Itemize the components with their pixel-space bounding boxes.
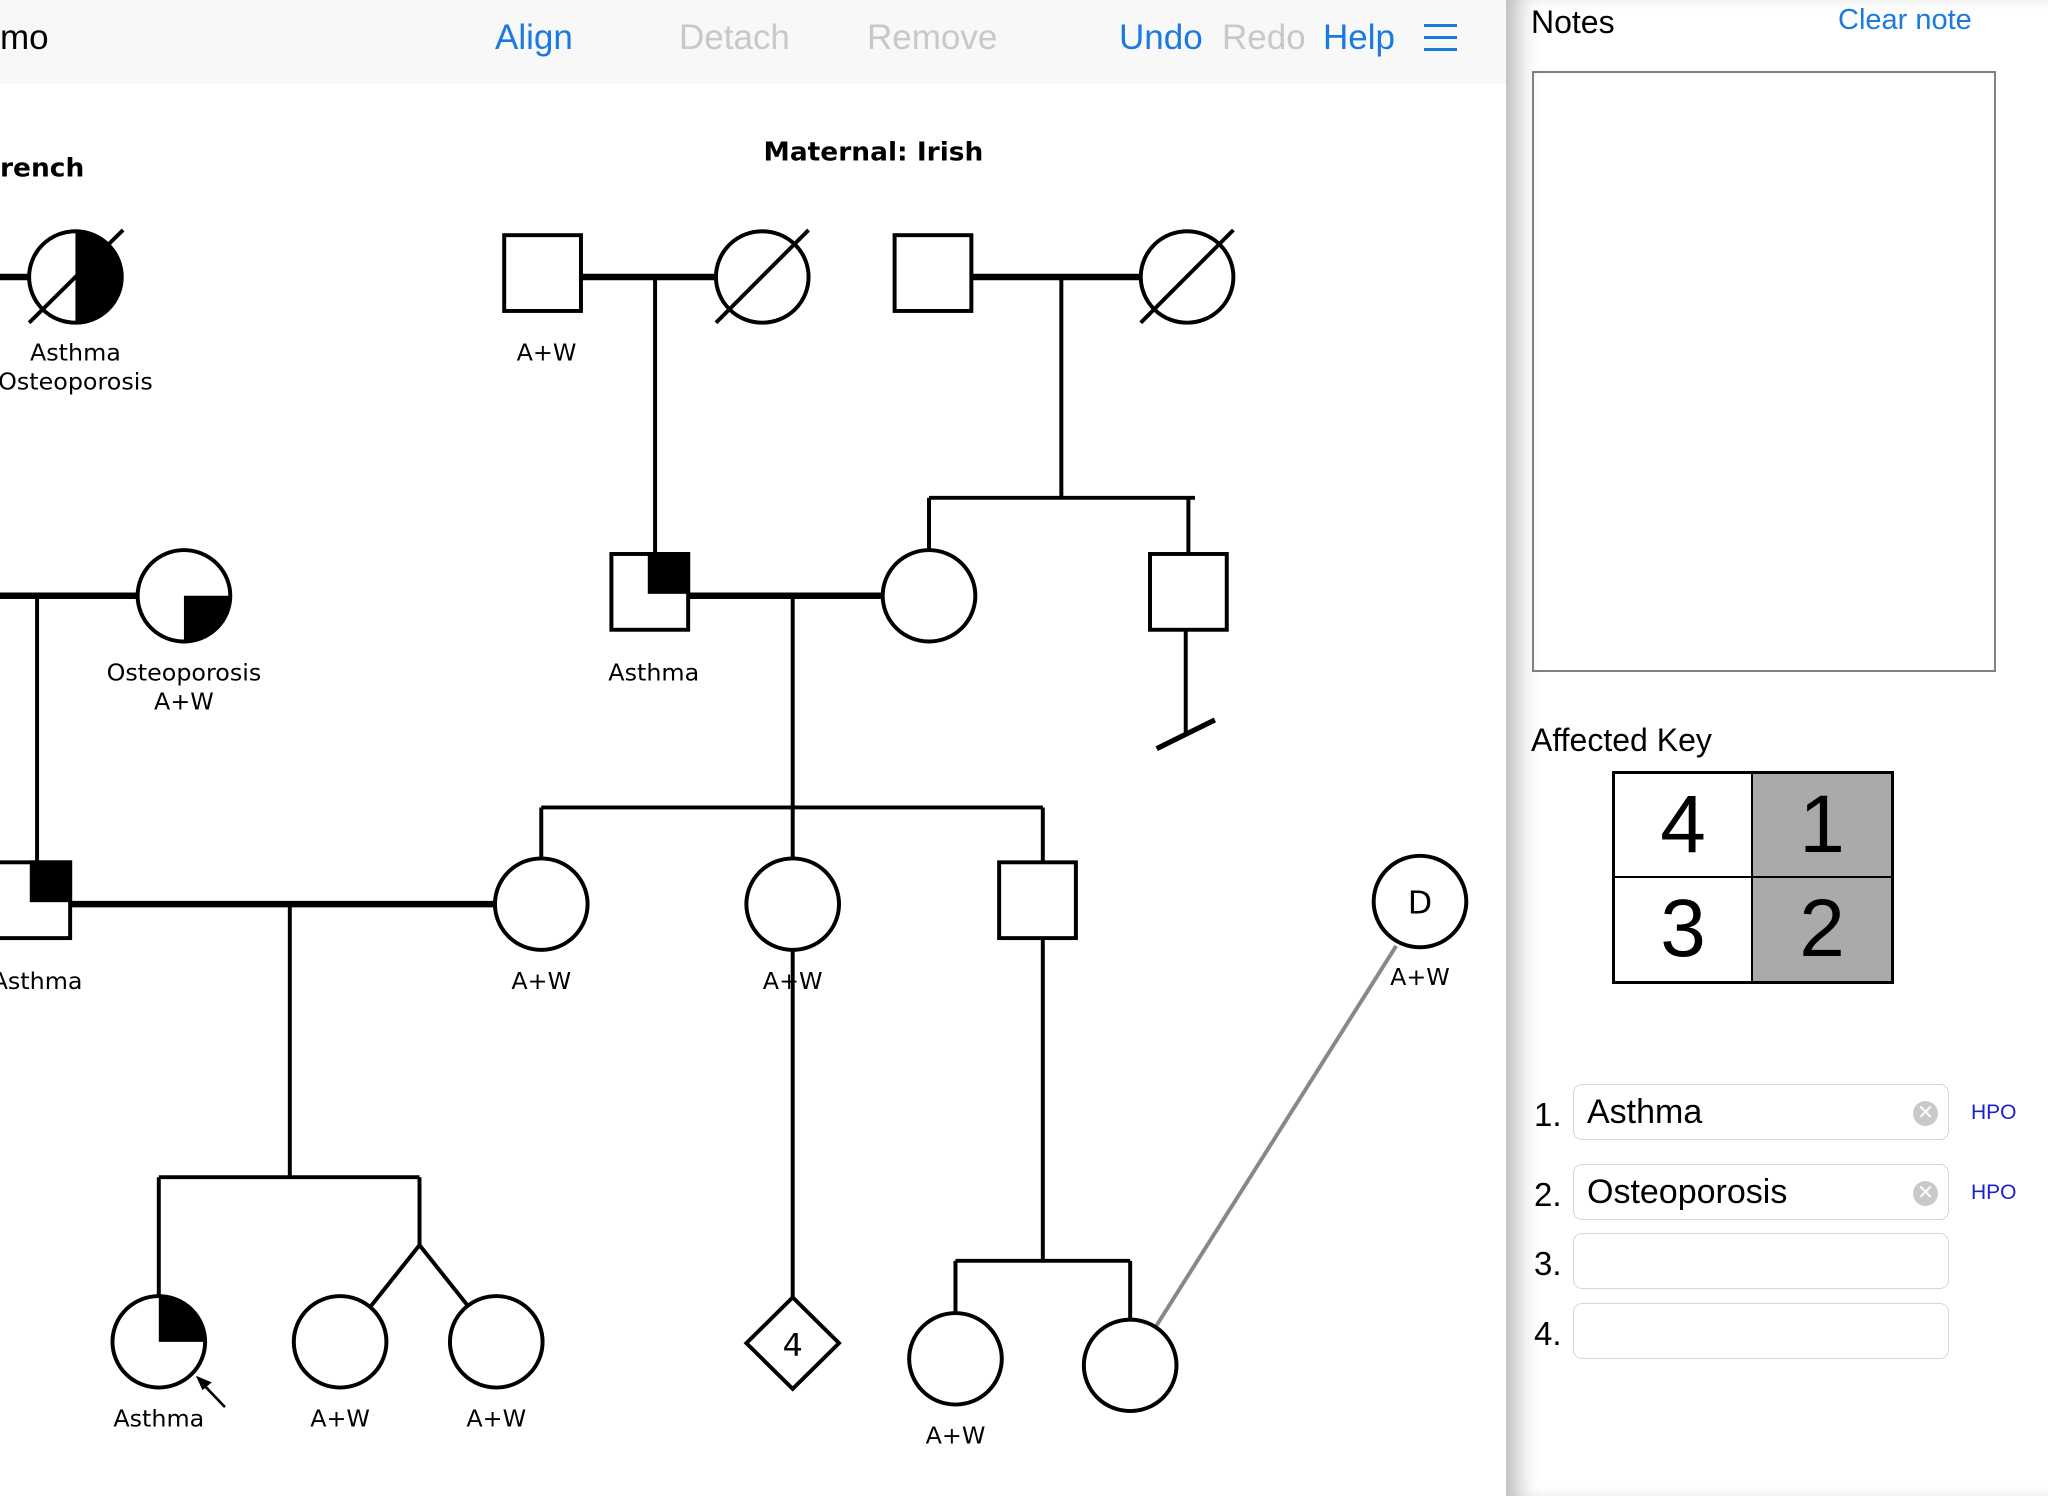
hpo-link[interactable]: HPO: [1971, 1101, 2017, 1125]
condition-number: 3.: [1534, 1245, 1562, 1282]
condition-value: Asthma: [1587, 1093, 1703, 1131]
paternal-aunt[interactable]: [135, 548, 233, 644]
pedigree-canvas[interactable]: rench Maternal: Irish Asthma Osteoporosi…: [0, 0, 1506, 1496]
undo-button[interactable]: Undo: [1119, 18, 1203, 58]
paternal-grandmother[interactable]: [0, 228, 125, 325]
twin-2[interactable]: [447, 1294, 545, 1390]
maternal-heading: Maternal: Irish: [764, 138, 984, 168]
condition-number: 4.: [1534, 1315, 1562, 1352]
cousin-1[interactable]: [907, 1311, 1004, 1407]
pedigree-diagram[interactable]: rench Maternal: Irish Asthma Osteoporosi…: [0, 0, 1506, 1496]
condition-row: 3.: [1534, 1233, 2034, 1295]
donor-line: [1153, 944, 1398, 1329]
father[interactable]: [0, 860, 73, 941]
label: Asthma: [0, 967, 83, 995]
maternal-great-grandfather-2[interactable]: [892, 233, 974, 313]
label: A+W: [517, 339, 577, 367]
label: Osteoporosis: [107, 659, 262, 687]
donor-mark: D: [1408, 885, 1432, 921]
clear-note-button[interactable]: Clear note: [1838, 4, 1972, 37]
maternal-great-grandfather-1[interactable]: [502, 233, 583, 313]
condition-row: 1. Asthma ✕ HPO: [1534, 1084, 2034, 1146]
key-cell: 2: [1753, 877, 1891, 981]
label: Asthma: [608, 659, 699, 687]
key-cell: 3: [1615, 877, 1753, 981]
side-panel: Notes Clear note Affected Key 4 1 3 2 1.…: [1506, 0, 2048, 1496]
twin-1[interactable]: [291, 1294, 389, 1390]
maternal-great-grandmother-2[interactable]: [1138, 228, 1236, 325]
condition-input[interactable]: Osteoporosis ✕: [1573, 1164, 1949, 1220]
pedigree-title: mo: [0, 18, 49, 57]
condition-row: 2. Osteoporosis ✕ HPO: [1534, 1164, 2034, 1226]
label: A+W: [763, 967, 823, 995]
label: A+W: [1390, 963, 1450, 991]
hamburger-menu-icon[interactable]: [1424, 24, 1457, 52]
detach-button[interactable]: Detach: [679, 18, 790, 58]
label: Asthma: [113, 1405, 204, 1433]
condition-input[interactable]: Asthma ✕: [1573, 1084, 1949, 1140]
label: A+W: [310, 1405, 370, 1433]
help-button[interactable]: Help: [1323, 18, 1395, 58]
toolbar: mo Align Detach Remove Undo Redo Help: [0, 0, 1506, 84]
notes-title: Notes: [1531, 4, 1615, 40]
condition-input[interactable]: [1573, 1303, 1949, 1359]
affected-key-title: Affected Key: [1531, 722, 1712, 758]
maternal-uncle[interactable]: [997, 860, 1078, 941]
maternal-great-uncle[interactable]: [1148, 552, 1229, 632]
condition-row: 4.: [1534, 1303, 2034, 1365]
hpo-link[interactable]: HPO: [1971, 1181, 2017, 1205]
maternal-grandmother[interactable]: [880, 548, 978, 644]
condition-number: 2.: [1534, 1176, 1562, 1213]
remove-button[interactable]: Remove: [867, 18, 997, 58]
mother[interactable]: [492, 856, 590, 952]
label: A+W: [154, 688, 214, 716]
label: A+W: [466, 1405, 526, 1433]
clear-icon[interactable]: ✕: [1913, 1101, 1938, 1126]
maternal-grandfather[interactable]: [609, 552, 691, 632]
paternal-heading: rench: [0, 154, 84, 184]
proband-arrow-icon: [195, 1375, 226, 1409]
condition-number: 1.: [1534, 1096, 1562, 1133]
cousin-2[interactable]: [1081, 1317, 1179, 1414]
maternal-great-grandmother-1[interactable]: [713, 228, 811, 325]
affected-key-grid: 4 1 3 2: [1612, 771, 1894, 984]
proband[interactable]: [110, 1294, 208, 1390]
label: A+W: [926, 1422, 986, 1450]
redo-button[interactable]: Redo: [1222, 18, 1306, 58]
maternal-aunt[interactable]: [744, 856, 842, 952]
diamond-count: 4: [783, 1328, 803, 1364]
key-cell: 1: [1753, 774, 1891, 878]
notes-textarea[interactable]: [1532, 71, 1996, 672]
condition-value: Osteoporosis: [1587, 1173, 1788, 1211]
label: Osteoporosis: [0, 367, 153, 395]
clear-icon[interactable]: ✕: [1913, 1181, 1938, 1206]
align-button[interactable]: Align: [495, 18, 573, 58]
condition-input[interactable]: [1573, 1233, 1949, 1289]
key-cell: 4: [1615, 774, 1753, 878]
label: A+W: [511, 967, 571, 995]
label: Asthma: [30, 339, 121, 367]
